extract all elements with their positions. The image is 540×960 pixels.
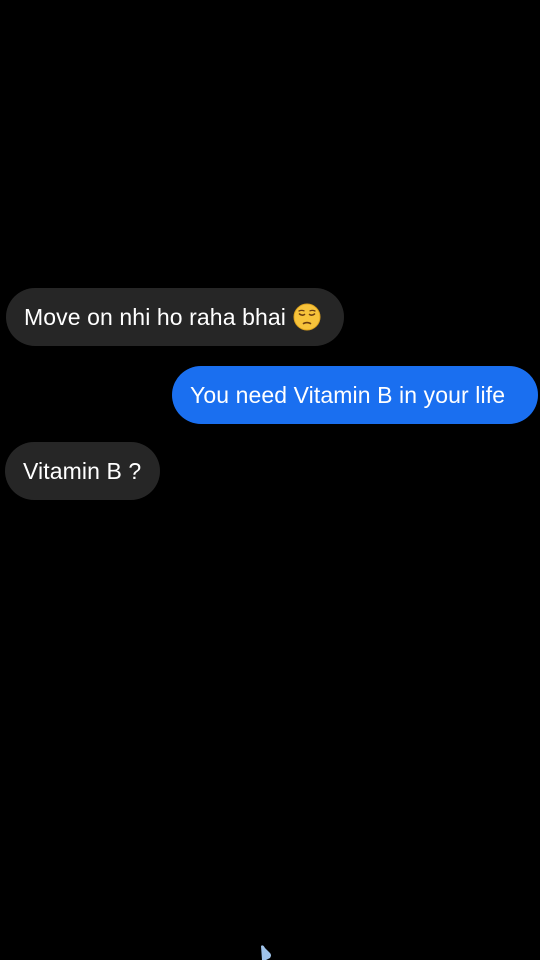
incoming-message-bubble[interactable]: Vitamin B ?	[5, 442, 160, 500]
outgoing-message-bubble[interactable]: You need Vitamin B in your life	[172, 366, 538, 424]
hand-pointer-icon	[261, 945, 271, 960]
message-text: Vitamin B ?	[23, 457, 142, 484]
message-thread: Move on nhi ho raha bhai You need Vitami…	[0, 0, 540, 960]
chat-screen: Move on nhi ho raha bhai You need Vitami…	[0, 0, 540, 960]
message-text: You need Vitamin B in your life	[190, 381, 506, 408]
message-text: Move on nhi ho raha bhai	[24, 303, 286, 330]
pensive-face-emoji	[293, 303, 321, 331]
incoming-message-bubble[interactable]: Move on nhi ho raha bhai	[6, 288, 344, 346]
